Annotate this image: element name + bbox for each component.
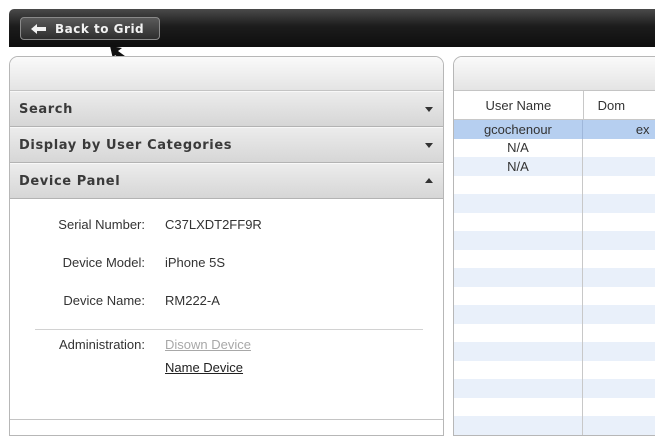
cell-user-name [454,194,583,213]
table-row[interactable] [454,175,655,195]
arrow-left-icon [31,23,46,34]
table-row[interactable] [454,416,655,435]
back-to-grid-button[interactable]: Back to Grid [20,17,160,40]
chevron-down-icon [425,143,433,148]
cell-user-name [454,286,583,305]
table-row[interactable] [454,249,655,269]
accordion-search[interactable]: Search [10,91,443,127]
divider [35,329,423,330]
cell-domain [583,139,655,158]
cell-user-name [454,212,583,231]
cell-user-name [454,323,583,342]
cell-domain [583,176,655,195]
left-panel-header [10,57,443,91]
table-row[interactable] [454,323,655,343]
cell-user-name [454,416,583,435]
cell-domain [583,361,655,380]
table-row[interactable] [454,268,655,287]
cell-user-name [454,342,583,361]
grid-header-row: User Name Dom [454,91,655,120]
table-row[interactable]: gcochenour ex [454,120,655,139]
table-row[interactable] [454,194,655,213]
cell-domain [583,157,655,176]
device-model-value: iPhone 5S [165,255,225,270]
table-row[interactable] [454,397,655,417]
table-row[interactable] [454,342,655,361]
cell-domain: ex [583,120,655,139]
cell-domain [583,287,655,306]
cell-domain [583,250,655,269]
grid-panel-header [454,57,655,91]
back-to-grid-label: Back to Grid [55,21,145,36]
panel-footer-divider [10,419,443,420]
table-row[interactable] [454,379,655,398]
accordion-categories-label: Display by User Categories [19,137,233,153]
chevron-down-icon [425,107,433,112]
table-row[interactable]: N/A [454,138,655,158]
table-row[interactable] [454,360,655,380]
cell-domain [583,231,655,250]
column-header-user-name[interactable]: User Name [454,91,584,119]
column-header-domain[interactable]: Dom [584,91,655,119]
disown-device-link: Disown Device [165,337,251,352]
table-row[interactable] [454,286,655,306]
cell-domain [583,213,655,232]
device-name-value: RM222-A [165,293,220,308]
name-device-link[interactable]: Name Device [165,360,243,375]
cell-domain [583,268,655,287]
device-panel-body: Serial Number: C37LXDT2FF9R Device Model… [10,199,443,414]
cell-user-name: N/A [454,138,583,157]
left-panel: Search Display by User Categories Device… [9,56,444,436]
cell-domain [583,324,655,343]
table-row[interactable]: N/A [454,157,655,176]
administration-label: Administration: [59,337,145,352]
accordion-device-panel-label: Device Panel [19,173,121,189]
cell-user-name: N/A [454,157,583,176]
accordion-search-label: Search [19,101,73,117]
cell-user-name [454,379,583,398]
cell-user-name [454,231,583,250]
top-toolbar: Back to Grid [9,9,655,47]
cell-domain [583,194,655,213]
cell-domain [583,398,655,417]
cell-domain [583,305,655,324]
cell-user-name [454,175,583,194]
cell-user-name [454,397,583,416]
cell-user-name [454,249,583,268]
serial-number-label: Serial Number: [58,217,145,232]
cell-user-name [454,305,583,324]
table-row[interactable] [454,231,655,250]
chevron-up-icon [425,178,433,183]
cell-domain [583,379,655,398]
device-name-label: Device Name: [63,293,145,308]
device-model-label: Device Model: [62,255,145,270]
cell-domain [583,342,655,361]
grid-body: gcochenour ex N/A N/A [454,120,655,435]
serial-number-value: C37LXDT2FF9R [165,217,262,232]
cell-user-name: gcochenour [454,120,583,139]
cell-user-name [454,268,583,287]
cell-user-name [454,360,583,379]
accordion-user-categories[interactable]: Display by User Categories [10,127,443,163]
accordion-device-panel[interactable]: Device Panel [10,163,443,199]
grid-panel: User Name Dom gcochenour ex N/A N/A [453,56,655,436]
table-row[interactable] [454,305,655,324]
table-row[interactable] [454,212,655,232]
cell-domain [583,416,655,435]
